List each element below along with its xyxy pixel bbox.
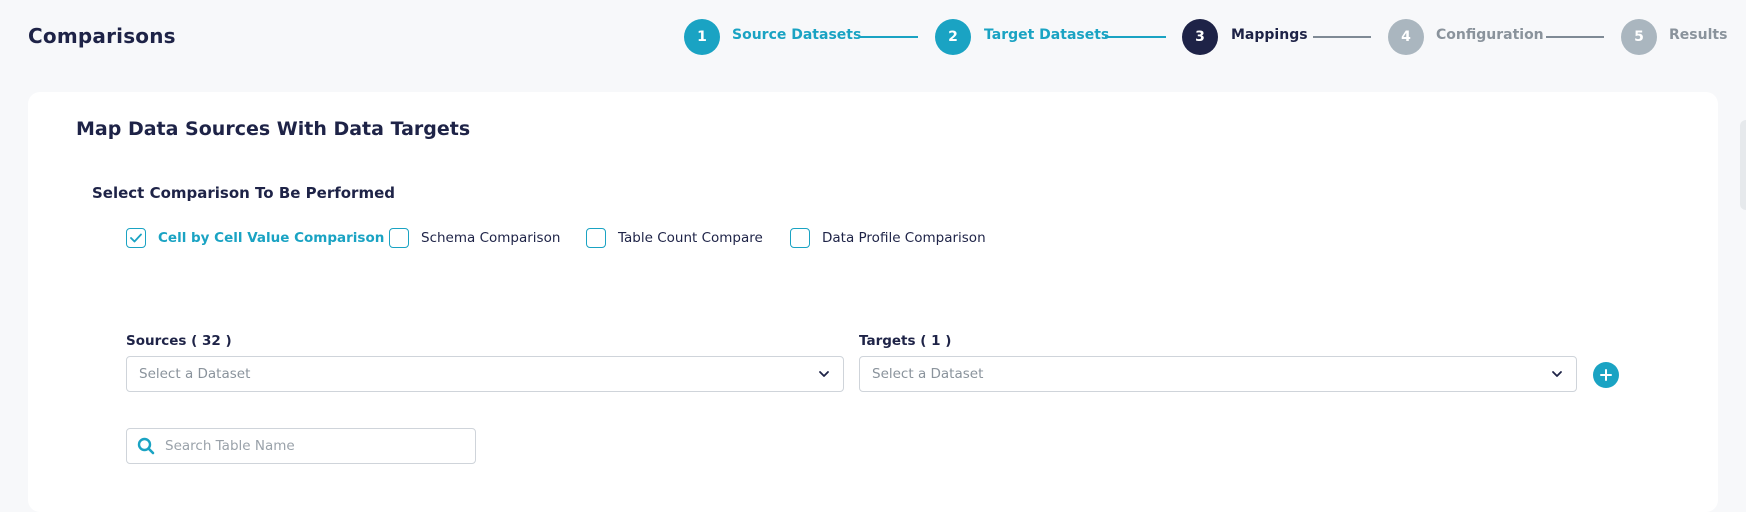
option-label: Cell by Cell Value Comparison: [158, 230, 385, 246]
checkbox[interactable]: [389, 228, 409, 248]
option-data-profile[interactable]: Data Profile Comparison: [790, 227, 986, 249]
plus-icon: [1600, 369, 1612, 381]
mapping-card: Map Data Sources With Data Targets Selec…: [28, 92, 1718, 512]
step-5-label[interactable]: Results: [1669, 27, 1727, 43]
step-1-label[interactable]: Source Datasets: [732, 27, 861, 43]
step-3-circle[interactable]: 3: [1182, 19, 1218, 55]
card-title: Map Data Sources With Data Targets: [76, 118, 471, 140]
table-search[interactable]: [126, 428, 476, 464]
check-icon: [130, 233, 142, 243]
step-connector-1: [860, 36, 918, 38]
sources-placeholder: Select a Dataset: [139, 366, 251, 382]
step-connector-4: [1546, 36, 1604, 38]
chevron-down-icon: [819, 371, 829, 377]
comparison-section-label: Select Comparison To Be Performed: [92, 184, 395, 202]
option-table-count[interactable]: Table Count Compare: [586, 227, 763, 249]
targets-placeholder: Select a Dataset: [872, 366, 984, 382]
step-connector-3: [1313, 36, 1371, 38]
search-icon: [137, 437, 155, 455]
step-1-circle[interactable]: 1: [684, 19, 720, 55]
chevron-down-icon: [1552, 371, 1562, 377]
option-schema[interactable]: Schema Comparison: [389, 227, 560, 249]
targets-label: Targets ( 1 ): [859, 333, 952, 349]
sources-select[interactable]: Select a Dataset: [126, 356, 844, 392]
step-2-label[interactable]: Target Datasets: [984, 27, 1109, 43]
step-5-circle[interactable]: 5: [1621, 19, 1657, 55]
option-label: Schema Comparison: [421, 230, 561, 246]
option-label: Table Count Compare: [618, 230, 763, 246]
option-cell-by-cell[interactable]: Cell by Cell Value Comparison: [126, 227, 384, 249]
targets-select[interactable]: Select a Dataset: [859, 356, 1577, 392]
checkbox[interactable]: [790, 228, 810, 248]
step-3-label[interactable]: Mappings: [1231, 27, 1308, 43]
sources-label: Sources ( 32 ): [126, 333, 232, 349]
step-4-label[interactable]: Configuration: [1436, 27, 1544, 43]
top-bar: Comparisons 1 Source Datasets 2 Target D…: [0, 0, 1746, 74]
step-2-circle[interactable]: 2: [935, 19, 971, 55]
checkbox[interactable]: [586, 228, 606, 248]
edge-panel-handle: [1740, 120, 1746, 210]
add-mapping-button[interactable]: [1593, 362, 1619, 388]
search-input[interactable]: [165, 438, 465, 454]
checkbox-checked[interactable]: [126, 228, 146, 248]
step-connector-2: [1105, 36, 1166, 38]
option-label: Data Profile Comparison: [822, 230, 986, 246]
progress-stepper: 1 Source Datasets 2 Target Datasets 3 Ma…: [0, 0, 1746, 74]
step-4-circle[interactable]: 4: [1388, 19, 1424, 55]
